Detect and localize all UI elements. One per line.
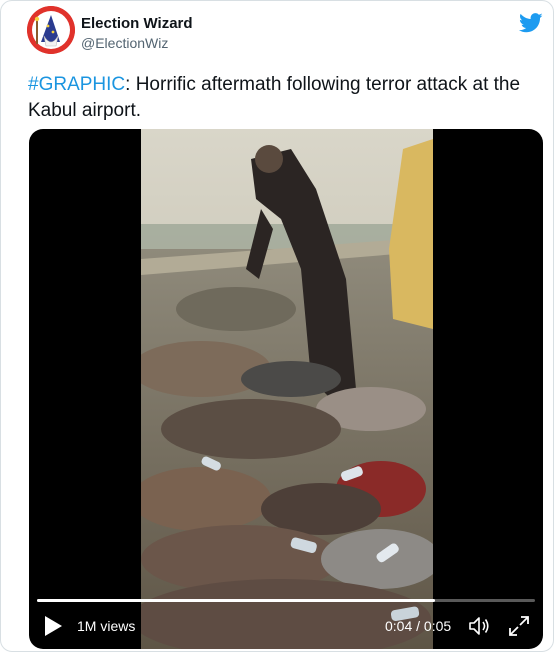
progress-bar[interactable]	[37, 599, 535, 602]
fullscreen-icon[interactable]	[507, 614, 531, 638]
video-frame[interactable]	[141, 129, 433, 649]
video-controls: 1M views 0:04 / 0:05	[29, 593, 543, 649]
twitter-bird-icon[interactable]	[519, 13, 543, 33]
display-name[interactable]: Election Wizard	[81, 15, 193, 32]
volume-icon[interactable]	[467, 614, 491, 638]
tweet-card[interactable]: Election Wizard @ElectionWiz #GRAPHIC: H…	[0, 0, 554, 652]
play-icon[interactable]	[43, 615, 63, 637]
progress-fill	[37, 599, 436, 602]
hashtag-link[interactable]: #GRAPHIC	[28, 74, 125, 95]
video-time: 0:04 / 0:05	[385, 618, 452, 634]
user-handle[interactable]: @ElectionWiz	[81, 35, 168, 51]
view-count: 1M views	[77, 618, 136, 634]
video-player[interactable]: 1M views 0:04 / 0:05	[29, 129, 543, 649]
tweet-text: #GRAPHIC: Horrific aftermath following t…	[28, 72, 528, 124]
wizard-avatar-icon	[27, 6, 75, 54]
avatar[interactable]	[27, 6, 75, 54]
